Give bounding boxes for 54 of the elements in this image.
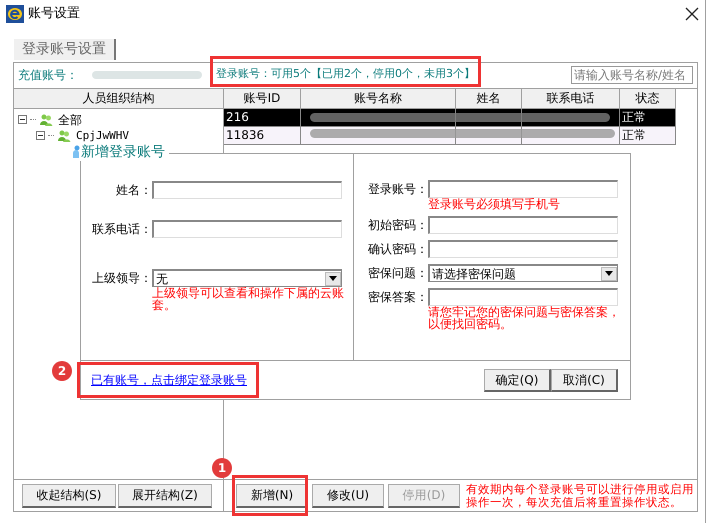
search-field[interactable]: 请输入账号名称/姓名 bbox=[571, 66, 693, 84]
dropdown[interactable]: 请选择密保问题 bbox=[428, 264, 618, 282]
column-header: 账号ID bbox=[224, 88, 301, 109]
table-cell: 正常 bbox=[620, 126, 676, 145]
dropdown-value: 无 bbox=[155, 270, 169, 287]
people-group-icon bbox=[57, 128, 71, 143]
close-icon bbox=[685, 7, 699, 21]
hint-text: 上级领导可以查看和操作下属的云账套。 bbox=[152, 287, 345, 311]
field-label: 确认密码： bbox=[367, 241, 428, 258]
step-badge: 2 bbox=[52, 361, 72, 381]
column-header: 姓名 bbox=[456, 88, 522, 109]
button[interactable]: 取消(C) bbox=[551, 368, 618, 392]
button[interactable]: 展开结构(Z) bbox=[118, 484, 212, 508]
field-label: 联系电话： bbox=[91, 221, 152, 238]
input-field[interactable] bbox=[428, 288, 618, 306]
input-field[interactable] bbox=[152, 220, 342, 238]
input-field[interactable] bbox=[152, 181, 342, 199]
app-logo-icon bbox=[6, 5, 24, 23]
field-label: 初始密码： bbox=[367, 217, 428, 234]
recharge-label: 充值账号： bbox=[18, 67, 78, 84]
button[interactable]: 确定(Q) bbox=[484, 368, 551, 392]
window-title: 账号设置 bbox=[28, 5, 80, 24]
column-header: 联系电话 bbox=[522, 88, 620, 109]
dropdown-value: 请选择密保问题 bbox=[431, 266, 517, 282]
bind-account-link[interactable]: 已有账号，点击绑定登录账号 bbox=[91, 371, 247, 389]
column-header: 人员组织结构 bbox=[14, 88, 223, 109]
hint-text: 请您牢记您的密保问题与密保答案，以便找回密码。 bbox=[428, 306, 621, 330]
step-badge: 1 bbox=[212, 458, 232, 478]
collapse-toggle-icon[interactable] bbox=[36, 131, 45, 140]
person-icon bbox=[72, 145, 80, 159]
tree-item[interactable]: 全部 bbox=[58, 110, 82, 129]
field-label: 密保问题： bbox=[367, 265, 428, 282]
field-label: 上级领导： bbox=[91, 270, 152, 287]
field-label: 密保答案： bbox=[367, 289, 428, 306]
input-field[interactable] bbox=[428, 240, 618, 258]
button[interactable]: 新增(N) bbox=[236, 484, 308, 508]
field-label: 登录账号： bbox=[367, 181, 428, 198]
table-cell: 11836 bbox=[224, 126, 301, 145]
tree-item[interactable]: CpjJwWHV bbox=[76, 128, 129, 144]
column-header: 状态 bbox=[620, 88, 676, 109]
column-header: 账号名称 bbox=[301, 88, 456, 109]
notice-text: 有效期内每个登录账号可以进行停用或启用操作一次，每次充值后将重置操作状态。 bbox=[466, 482, 694, 509]
field-label: 姓名： bbox=[115, 182, 152, 199]
dialog-title: 新增登录账号 bbox=[81, 143, 165, 161]
button[interactable]: 收起结构(S) bbox=[22, 484, 116, 508]
collapse-toggle-icon[interactable] bbox=[18, 115, 27, 124]
tab[interactable]: 登录账号设置 bbox=[14, 39, 116, 60]
hint-text: 登录账号必须填写手机号 bbox=[428, 198, 561, 210]
dropdown[interactable]: 无 bbox=[152, 269, 342, 287]
button[interactable]: 修改(U) bbox=[312, 484, 384, 508]
people-group-icon bbox=[39, 112, 53, 127]
input-field[interactable] bbox=[428, 216, 618, 234]
login-summary: 登录账号：可用5个【已用2个，停用0个，未用3个】 bbox=[216, 66, 475, 82]
input-field[interactable] bbox=[428, 180, 618, 198]
